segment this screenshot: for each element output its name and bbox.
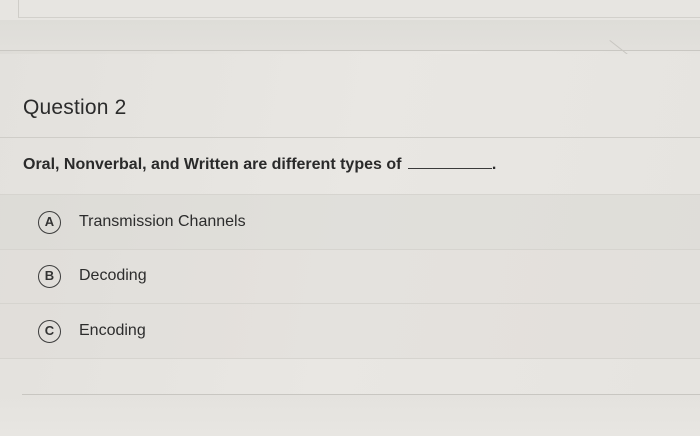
option-a-letter-circle: A (38, 210, 61, 234)
option-b[interactable]: B Decoding (0, 249, 700, 304)
option-b-letter-circle: B (38, 264, 61, 288)
previous-question-card (0, 0, 700, 21)
next-question-card-edge (22, 394, 700, 395)
option-c-label: Encoding (79, 322, 146, 339)
option-c[interactable]: C Encoding (0, 304, 700, 359)
question-prompt: Oral, Nonverbal, and Written are differe… (23, 156, 496, 174)
question-prompt-end: . (491, 156, 497, 173)
question-divider (0, 137, 700, 138)
answer-blank (407, 167, 492, 169)
option-a-label: Transmission Channels (79, 213, 246, 230)
question-prompt-text: Oral, Nonverbal, and Written are differe… (23, 156, 402, 173)
option-b-label: Decoding (79, 267, 147, 284)
question-title: Question 2 (23, 96, 127, 119)
option-c-letter-circle: C (38, 319, 61, 343)
card-separator-band (0, 20, 700, 51)
next-question-card (0, 394, 700, 436)
option-a[interactable]: A Transmission Channels (0, 194, 700, 250)
previous-question-card-edge (18, 0, 700, 18)
